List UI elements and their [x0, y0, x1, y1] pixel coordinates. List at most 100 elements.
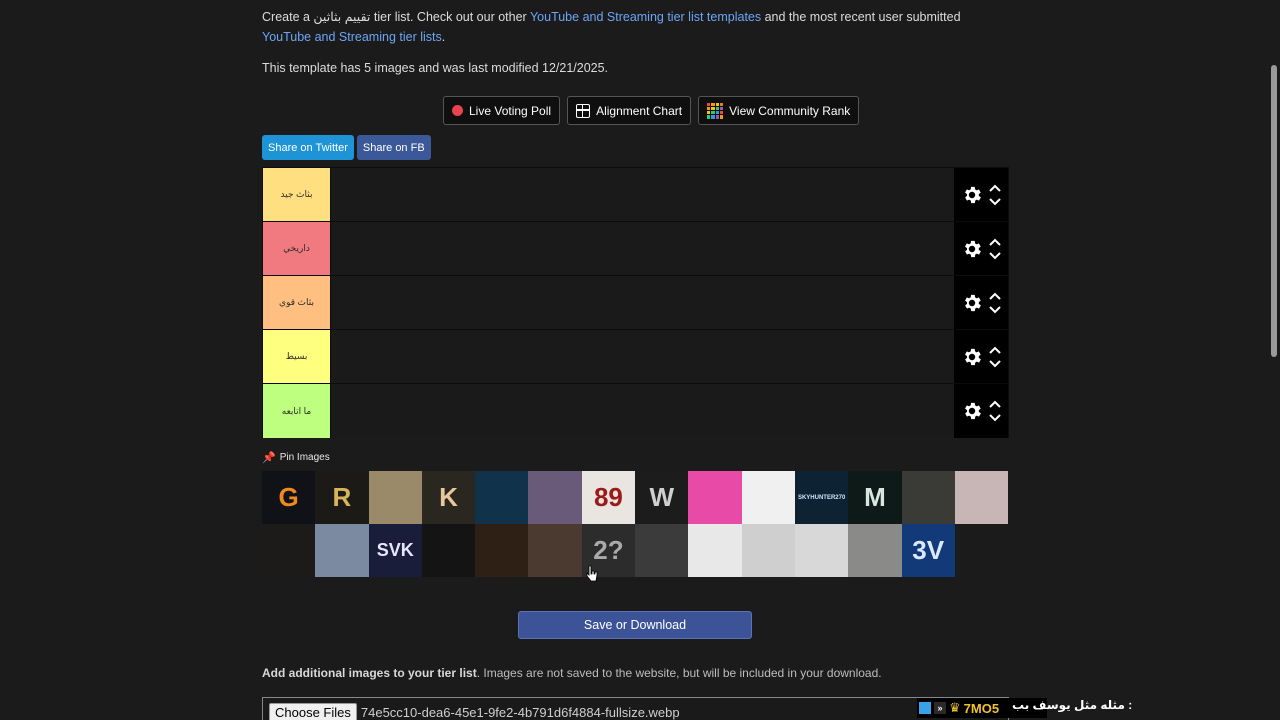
pool-image-mark: [315, 524, 368, 577]
pin-images[interactable]: 📌 Pin Images: [262, 451, 330, 464]
tier-label[interactable]: بثاث جيد: [263, 168, 330, 221]
ticker-text: مثله مثل يوسف بب :: [1012, 698, 1133, 712]
pool-image[interactable]: [794, 524, 849, 577]
pool-image[interactable]: SKYHUNTER270: [794, 471, 849, 524]
pool-image[interactable]: 3V: [901, 524, 955, 577]
pool-image[interactable]: [528, 524, 582, 577]
pool-image[interactable]: [741, 524, 795, 577]
chevron-up-icon[interactable]: [989, 400, 1001, 408]
chevron-up-icon[interactable]: [989, 292, 1001, 300]
pool-image-mark: [902, 471, 955, 524]
pool-image[interactable]: [954, 471, 1009, 524]
save-download-button[interactable]: Save or Download: [518, 611, 752, 639]
pool-image-mark: [475, 471, 528, 524]
pool-image-mark: [848, 524, 901, 577]
pool-image-mark: 89: [593, 482, 623, 512]
scrollbar-thumb[interactable]: [1271, 65, 1277, 357]
pool-image[interactable]: 89: [581, 471, 636, 524]
chevron-down-icon[interactable]: [989, 197, 1001, 206]
chevron-down-icon[interactable]: [989, 359, 1001, 368]
pool-image-mark: SKYHUNTER270: [797, 494, 846, 501]
tier-row: ما اتابعه: [263, 384, 1008, 438]
poll-dot-icon: [452, 105, 463, 116]
tier-controls: [954, 168, 1008, 221]
tier-label[interactable]: داريخي: [263, 222, 330, 275]
tier-dropzone[interactable]: [330, 330, 954, 383]
pool-image-mark: [422, 524, 475, 577]
pool-image[interactable]: W: [635, 471, 689, 524]
pool-image-mark: [955, 471, 1008, 524]
pool-image-mark: [688, 471, 741, 524]
chevron-up-icon[interactable]: [989, 238, 1001, 246]
pool-image-mark: [262, 524, 315, 577]
pool-image-mark: [475, 524, 528, 577]
tool-buttons: Live Voting Poll Alignment Chart View Co…: [443, 96, 860, 125]
pool-image[interactable]: [528, 471, 582, 524]
tier-dropzone[interactable]: [330, 168, 954, 221]
gear-icon[interactable]: [961, 238, 983, 260]
gear-icon[interactable]: [961, 292, 983, 314]
pool-image[interactable]: R: [315, 471, 369, 524]
youtube-templates-link[interactable]: YouTube and Streaming tier list template…: [530, 10, 761, 24]
chevron-up-icon[interactable]: [989, 184, 1001, 192]
pool-image[interactable]: [688, 471, 742, 524]
pool-image[interactable]: [262, 524, 316, 577]
grid-icon: [576, 103, 591, 118]
tier-dropzone[interactable]: [330, 222, 954, 275]
tier-label[interactable]: بسيط: [263, 330, 330, 383]
pool-image[interactable]: [475, 471, 529, 524]
intro-subject: تقييم بثاثين: [313, 10, 371, 24]
pool-image[interactable]: [368, 471, 422, 524]
live-voting-poll-button[interactable]: Live Voting Poll: [443, 96, 561, 125]
community-rank-button[interactable]: View Community Rank: [698, 96, 860, 125]
pool-image[interactable]: [475, 524, 529, 577]
tier-label[interactable]: ما اتابعه: [263, 384, 330, 438]
crown-icon: ♛: [949, 700, 961, 715]
tier-move-arrows: [989, 400, 1001, 422]
tier-dropzone[interactable]: [330, 276, 954, 329]
gear-icon[interactable]: [961, 400, 983, 422]
pool-image-mark: 3V: [912, 535, 945, 565]
pool-image[interactable]: M: [848, 471, 902, 524]
tier-table: بثاث جيد داريخي بثاث قوي بسيط ما اتابعه: [262, 167, 1009, 438]
chevron-down-icon[interactable]: [989, 251, 1001, 260]
selected-filename: 74e5cc10-dea6-45e1-9fe2-4b791d6f4884-ful…: [360, 704, 680, 720]
pool-image-mark: K: [439, 482, 458, 512]
chevron-down-icon[interactable]: [989, 305, 1001, 314]
pool-image-mark: [742, 471, 795, 524]
pool-image-mark: [528, 524, 581, 577]
pool-image[interactable]: [635, 524, 689, 577]
choose-files-button[interactable]: Choose Files: [269, 702, 357, 720]
pool-image[interactable]: [741, 471, 795, 524]
gear-icon[interactable]: [961, 184, 983, 206]
tier-label[interactable]: بثاث قوي: [263, 276, 330, 329]
tier-dropzone[interactable]: [330, 384, 954, 438]
share-twitter-button[interactable]: Share on Twitter: [262, 135, 354, 160]
pool-image[interactable]: [421, 524, 476, 577]
poll-label: Live Voting Poll: [469, 103, 552, 118]
chevron-up-icon[interactable]: [989, 346, 1001, 354]
pool-image[interactable]: K: [421, 471, 476, 524]
pool-image[interactable]: [848, 524, 902, 577]
youtube-lists-link[interactable]: YouTube and Streaming tier lists: [262, 30, 442, 44]
chevron-down-icon[interactable]: [989, 414, 1001, 422]
alignment-chart-button[interactable]: Alignment Chart: [567, 96, 692, 125]
pool-image-mark: M: [864, 482, 886, 512]
tier-controls: [954, 330, 1008, 383]
intro-end: .: [441, 30, 446, 44]
pool-image-mark: [528, 471, 581, 524]
gear-icon[interactable]: [961, 346, 983, 368]
pool-image-mark: [369, 471, 422, 524]
pool-image[interactable]: [688, 524, 742, 577]
pool-image-mark: G: [278, 482, 299, 512]
image-pool: G R K 89 W SKYHUNTER270 M SVK 2? 3V: [262, 471, 1009, 577]
file-input[interactable]: Choose Files 74e5cc10-dea6-45e1-9fe2-4b7…: [262, 697, 1009, 720]
pool-image[interactable]: SVK: [368, 524, 422, 577]
pool-image-mark: [635, 524, 688, 577]
pool-image[interactable]: [315, 524, 369, 577]
page-scrollbar[interactable]: [1268, 0, 1280, 720]
pool-image[interactable]: G: [262, 471, 316, 524]
pool-image[interactable]: [901, 471, 955, 524]
pool-image-mark: [742, 524, 795, 577]
share-facebook-button[interactable]: Share on FB: [356, 135, 431, 160]
